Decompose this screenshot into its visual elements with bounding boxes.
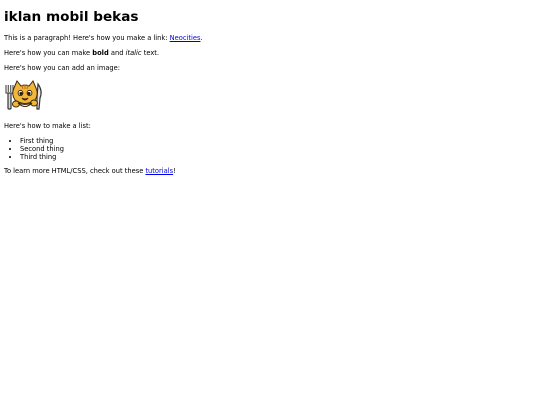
list-item: First thing: [20, 137, 64, 145]
list-item: Second thing: [20, 145, 64, 153]
formatting-suffix: text.: [141, 49, 160, 57]
page-title: iklan mobil bekas: [4, 9, 139, 25]
list-item: Third thing: [20, 153, 64, 161]
paragraph-link: This is a paragraph! Here's how you make…: [4, 34, 203, 43]
learn-more-suffix: !: [173, 167, 176, 175]
italic-text: italic: [125, 49, 142, 57]
paragraph-link-suffix: .: [200, 34, 203, 42]
paragraph-list: Here's how to make a list:: [4, 122, 91, 130]
neocities-link[interactable]: Neocities: [170, 34, 201, 42]
neocities-cat-mascot-icon: [4, 79, 46, 114]
formatting-mid: and: [108, 49, 126, 57]
paragraph-formatting: Here's how you can make bold and italic …: [4, 49, 159, 58]
paragraph-image: Here's how you can add an image:: [4, 64, 121, 72]
thing-list: First thing Second thing Third thing: [4, 137, 64, 161]
formatting-prefix: Here's how you can make: [4, 49, 93, 57]
tutorials-link[interactable]: tutorials: [145, 167, 173, 175]
paragraph-link-prefix: This is a paragraph! Here's how you make…: [4, 34, 170, 42]
paragraph-learn-more: To learn more HTML/CSS, check out these …: [4, 167, 176, 176]
learn-more-prefix: To learn more HTML/CSS, check out these: [4, 167, 146, 175]
bold-text: bold: [92, 49, 109, 57]
